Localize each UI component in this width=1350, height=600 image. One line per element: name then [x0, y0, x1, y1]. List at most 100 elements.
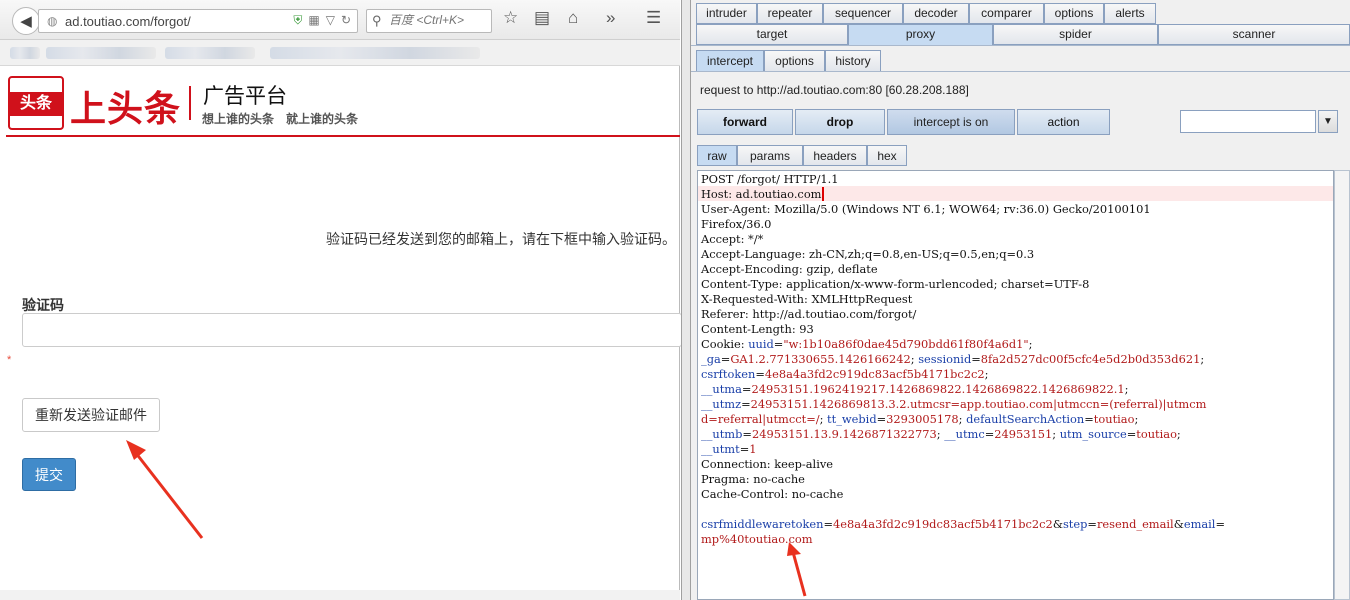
cookie-equals: =: [720, 352, 731, 366]
menu-icon[interactable]: ☰: [646, 8, 661, 28]
url-text[interactable]: ad.toutiao.com/forgot/: [65, 14, 191, 29]
cookie-value: GA1.2.771330655.1426166242: [730, 352, 911, 366]
tab-raw[interactable]: raw: [697, 145, 737, 166]
tab-hex[interactable]: hex: [867, 145, 907, 166]
request-line: Referer: http://ad.toutiao.com/forgot/: [701, 307, 917, 321]
cookie-separator: ;: [1176, 427, 1181, 441]
overflow-chevron-icon[interactable]: »: [606, 8, 615, 28]
chevron-down-icon[interactable]: ▼: [1318, 110, 1338, 133]
qr-code-icon[interactable]: ▦: [308, 13, 319, 28]
request-line: Content-Length: 93: [701, 322, 814, 336]
cookie-value: 1: [749, 442, 757, 456]
tab-comparer[interactable]: comparer: [969, 3, 1044, 24]
cookie-equals: =: [1084, 412, 1094, 426]
cookie-value: toutiao: [1136, 427, 1177, 441]
back-arrow-icon: ◀: [20, 13, 32, 30]
cookie-name: __utmc: [944, 427, 985, 441]
tab-target[interactable]: target: [696, 24, 848, 45]
tab-repeater[interactable]: repeater: [757, 3, 823, 24]
blurred-bookmark[interactable]: [270, 47, 480, 59]
request-line: X-Requested-With: XMLHttpRequest: [701, 292, 913, 306]
tab-decoder[interactable]: decoder: [903, 3, 969, 24]
body-equals: =: [1215, 517, 1225, 531]
tab-options[interactable]: options: [1044, 3, 1104, 24]
blurred-bookmark[interactable]: [10, 47, 40, 59]
body-separator: &: [1052, 517, 1063, 531]
site-header: 头条 上头条 广告平台 想上谁的头条 就上谁的头条: [6, 74, 680, 137]
drop-button[interactable]: drop: [795, 109, 885, 135]
tab-alerts[interactable]: alerts: [1104, 3, 1156, 24]
tab-sequencer[interactable]: sequencer: [823, 3, 903, 24]
editor-scrollbar[interactable]: [1334, 170, 1350, 600]
raw-request-text[interactable]: POST /forgot/ HTTP/1.1 Host: ad.toutiao.…: [701, 172, 1225, 547]
window-divider[interactable]: [681, 0, 691, 600]
blurred-bookmark[interactable]: [46, 47, 156, 59]
cookie-value: 3293005178: [886, 412, 959, 426]
request-line: Cache-Control: no-cache: [701, 487, 844, 501]
dropdown-arrow-icon[interactable]: ▽: [326, 13, 335, 28]
raw-request-editor[interactable]: POST /forgot/ HTTP/1.1 Host: ad.toutiao.…: [697, 170, 1334, 600]
request-line: Accept: */*: [701, 232, 764, 246]
blurred-bookmark[interactable]: [165, 47, 255, 59]
brand-title: 上头条: [70, 88, 182, 129]
request-line: Accept-Language: zh-CN,zh;q=0.8,en-US;q=…: [701, 247, 1035, 261]
cookie-value: 24953151.13.9.1426871322773: [751, 427, 937, 441]
code-label: 验证码: [22, 297, 64, 313]
browser-window: ◀ ◍ ad.toutiao.com/forgot/ ⛨ ▦ ▽ ↻ ⚲ ☆ ▤…: [0, 0, 682, 600]
verification-code-input[interactable]: [22, 313, 682, 347]
action-button[interactable]: action: [1017, 109, 1110, 135]
shield-icon[interactable]: ⛨: [293, 13, 302, 28]
cookie-name: tt_webid: [827, 412, 877, 426]
cookie-name: uuid: [748, 337, 774, 351]
annotation-arrow-icon: [787, 542, 807, 597]
browser-toolbar: ◀ ◍ ad.toutiao.com/forgot/ ⛨ ▦ ▽ ↻ ⚲ ☆ ▤…: [0, 0, 680, 40]
subtab-divider: [691, 71, 1350, 72]
forward-button[interactable]: forward: [697, 109, 793, 135]
reload-icon[interactable]: ↻: [341, 13, 351, 28]
home-icon[interactable]: ⌂: [568, 8, 578, 28]
submit-button[interactable]: 提交: [22, 458, 76, 491]
cookie-name: __utmt: [701, 442, 740, 456]
tab-params[interactable]: params: [737, 145, 803, 166]
verification-notice: 验证码已经发送到您的邮箱上，请在下框中输入验证码。: [326, 231, 676, 247]
url-bar[interactable]: ◍ ad.toutiao.com/forgot/ ⛨ ▦ ▽ ↻: [38, 9, 358, 33]
cookie-header-name: Cookie:: [701, 337, 749, 351]
tab-intercept[interactable]: intercept: [696, 50, 764, 72]
tab-history[interactable]: history: [825, 50, 881, 72]
body-param-name: email: [1183, 517, 1216, 531]
intercept-search-input[interactable]: [1180, 110, 1316, 133]
cookie-equals: =: [773, 337, 784, 351]
brand-slogan: 想上谁的头条 就上谁的头条: [202, 112, 359, 126]
text-cursor: [822, 187, 825, 201]
toutiao-logo[interactable]: 头条: [8, 76, 64, 130]
cookie-equals: =: [739, 442, 750, 456]
cookie-separator: ;: [1052, 427, 1060, 441]
tab-headers[interactable]: headers: [803, 145, 867, 166]
tab-intruder[interactable]: intruder: [696, 3, 757, 24]
cookie-name: __utmz: [701, 397, 742, 411]
search-bar[interactable]: ⚲: [366, 9, 492, 33]
cookie-equals: =: [741, 397, 751, 411]
cookie-separator: ;: [958, 412, 967, 426]
request-target-info: request to http://ad.toutiao.com:80 [60.…: [700, 83, 969, 97]
request-line: Firefox/36.0: [701, 217, 772, 231]
bookmark-star-icon[interactable]: ☆: [503, 8, 518, 28]
tab-scanner[interactable]: scanner: [1158, 24, 1350, 45]
intercept-toggle-button[interactable]: intercept is on: [887, 109, 1015, 135]
tab-proxy[interactable]: proxy: [848, 24, 993, 46]
tab-divider: [691, 45, 1350, 46]
cookie-name: csrftoken: [701, 367, 756, 381]
reading-list-icon[interactable]: ▤: [534, 8, 550, 28]
cookie-name: sessionid: [918, 352, 972, 366]
tab-spider[interactable]: spider: [993, 24, 1158, 45]
cookie-equals: =: [971, 352, 981, 366]
back-button[interactable]: ◀: [12, 7, 40, 35]
cookie-name: __utmb: [701, 427, 743, 441]
tab-proxy-options[interactable]: options: [764, 50, 825, 72]
cookie-equals: =: [742, 427, 752, 441]
cookie-name: __utma: [701, 382, 742, 396]
required-marker: *: [7, 354, 12, 366]
resend-email-button[interactable]: 重新发送验证邮件: [22, 398, 160, 432]
search-input[interactable]: [389, 13, 489, 27]
cookie-name: utm_source: [1059, 427, 1127, 441]
